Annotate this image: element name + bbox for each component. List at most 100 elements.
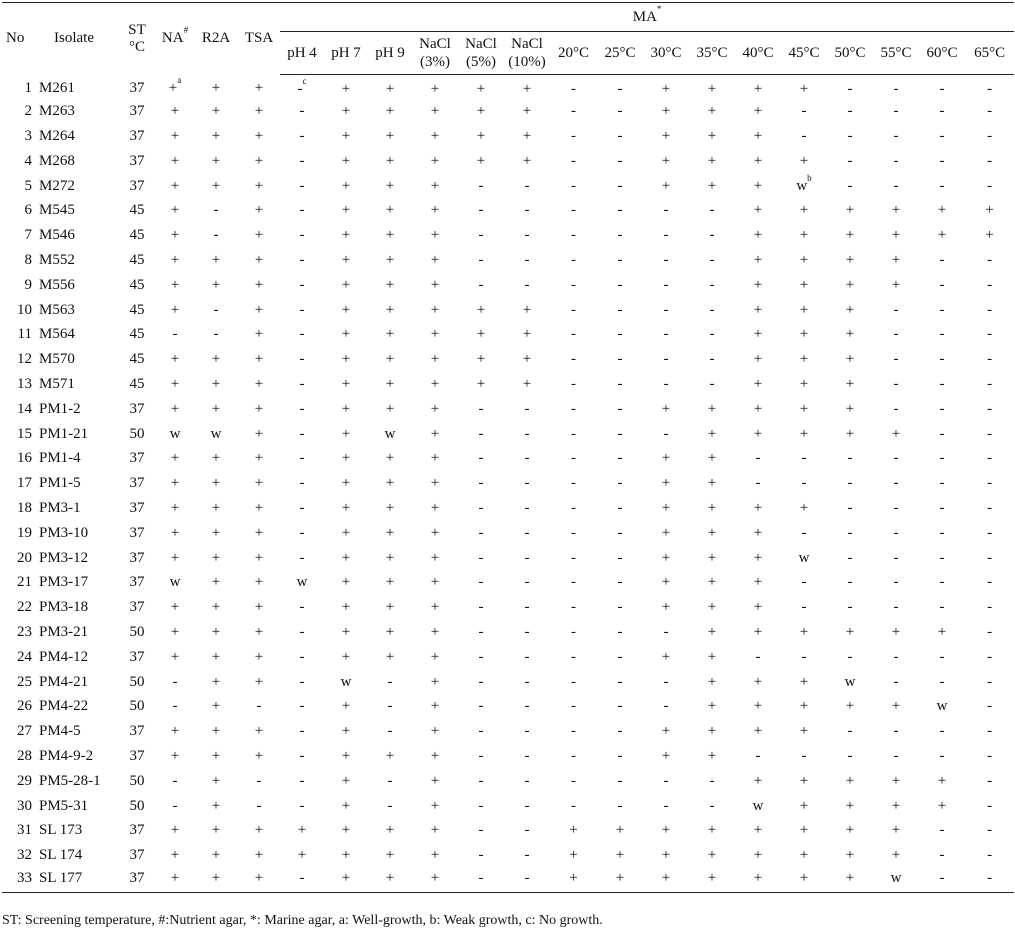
growth-cell: - bbox=[919, 818, 965, 843]
growth-value: + bbox=[170, 301, 180, 318]
growth-value: + bbox=[476, 103, 486, 120]
growth-value: + bbox=[385, 400, 395, 417]
header-ma-label: MA bbox=[632, 8, 657, 25]
growth-value: - bbox=[893, 177, 899, 194]
growth-value: + bbox=[430, 276, 440, 293]
growth-cell: + bbox=[194, 570, 238, 595]
growth-value: + bbox=[661, 870, 671, 887]
growth-value: - bbox=[571, 772, 576, 789]
growth-cell: + bbox=[689, 595, 735, 620]
growth-cell: + bbox=[324, 521, 368, 546]
growth-cell: - bbox=[280, 347, 324, 372]
growth-cell: + bbox=[194, 521, 238, 546]
growth-cell: + bbox=[458, 298, 504, 323]
growth-value: + bbox=[799, 351, 809, 368]
growth-value: + bbox=[707, 822, 717, 839]
header-ma-column-line: 50°C bbox=[834, 45, 866, 61]
growth-value: - bbox=[801, 648, 807, 665]
growth-cell: + bbox=[324, 496, 368, 521]
growth-cell: - bbox=[643, 273, 689, 298]
growth-cell: + bbox=[194, 818, 238, 843]
growth-value: + bbox=[430, 475, 440, 492]
growth-value: + bbox=[522, 80, 532, 97]
growth-cell: + bbox=[324, 471, 368, 496]
growth-cell: + bbox=[412, 273, 458, 298]
growth-cell: - bbox=[280, 99, 324, 124]
growth-value: + bbox=[753, 227, 763, 244]
growth-cell: - bbox=[156, 694, 194, 719]
growth-value: - bbox=[987, 797, 993, 814]
growth-cell: w bbox=[735, 794, 781, 819]
growth-value: + bbox=[211, 524, 221, 541]
growth-value: - bbox=[571, 723, 576, 740]
growth-cell: + bbox=[643, 149, 689, 174]
growth-value: + bbox=[430, 400, 440, 417]
growth-value: - bbox=[387, 797, 393, 814]
header-ma-column-line: NaCl bbox=[419, 36, 451, 52]
growth-cell: + bbox=[781, 868, 827, 894]
growth-value: + bbox=[985, 227, 994, 244]
growth-value: - bbox=[478, 425, 484, 442]
growth-cell: - bbox=[550, 794, 597, 819]
growth-value: - bbox=[987, 152, 993, 169]
growth-cell: + bbox=[735, 769, 781, 794]
growth-value: w bbox=[798, 549, 810, 566]
growth-value: - bbox=[987, 772, 993, 789]
growth-cell: - bbox=[965, 99, 1014, 124]
growth-value: - bbox=[663, 673, 669, 690]
growth-cell: - bbox=[597, 422, 643, 447]
growth-cell: + bbox=[324, 446, 368, 471]
growth-value: - bbox=[478, 574, 484, 591]
screening-temperature: 37 bbox=[129, 574, 145, 591]
growth-cell: - bbox=[280, 744, 324, 769]
growth-value: - bbox=[939, 847, 945, 864]
growth-value: - bbox=[571, 202, 576, 219]
growth-cell: - bbox=[919, 174, 965, 199]
growth-value: - bbox=[524, 870, 530, 887]
growth-cell: + bbox=[368, 372, 412, 397]
growth-value: + bbox=[707, 574, 717, 591]
growth-value: - bbox=[571, 103, 576, 120]
screening-temperature: 37 bbox=[129, 723, 145, 740]
growth-value: - bbox=[478, 648, 484, 665]
growth-cell: - bbox=[504, 719, 550, 744]
growth-value: - bbox=[213, 326, 219, 343]
growth-cell: - bbox=[965, 694, 1014, 719]
growth-cell: + bbox=[368, 570, 412, 595]
growth-value: + bbox=[385, 524, 395, 541]
growth-value: + bbox=[385, 648, 395, 665]
growth-value: - bbox=[571, 400, 576, 417]
growth-value: - bbox=[524, 549, 530, 566]
growth-cell: + bbox=[238, 546, 280, 571]
growth-value: - bbox=[524, 425, 530, 442]
header-ma-column-line: 25°C bbox=[604, 45, 636, 61]
growth-value: - bbox=[987, 524, 993, 541]
growth-cell: + bbox=[689, 570, 735, 595]
growth-cell: + bbox=[735, 174, 781, 199]
growth-cell: - bbox=[550, 769, 597, 794]
growth-cell: - bbox=[550, 347, 597, 372]
growth-value: + bbox=[341, 870, 351, 887]
screening-temperature: 37 bbox=[129, 648, 145, 665]
growth-cell: + bbox=[194, 75, 238, 100]
screening-temperature: 37 bbox=[129, 822, 145, 839]
growth-value: - bbox=[617, 673, 623, 690]
growth-value: + bbox=[385, 599, 395, 616]
growth-value: + bbox=[845, 276, 855, 293]
growth-value: + bbox=[753, 326, 763, 343]
growth-cell: w bbox=[194, 422, 238, 447]
growth-value: + bbox=[341, 747, 351, 764]
growth-value: - bbox=[524, 772, 530, 789]
header-ma-column-line: pH 7 bbox=[331, 45, 361, 61]
growth-value: - bbox=[571, 127, 576, 144]
growth-value: + bbox=[211, 747, 221, 764]
growth-cell: + bbox=[194, 868, 238, 894]
growth-value: - bbox=[299, 450, 305, 467]
growth-value: - bbox=[939, 822, 945, 839]
growth-cell: + bbox=[827, 422, 873, 447]
growth-value: + bbox=[211, 698, 221, 715]
growth-cell: w bbox=[324, 670, 368, 695]
growth-cell: - bbox=[280, 298, 324, 323]
growth-cell: - bbox=[280, 769, 324, 794]
growth-value: - bbox=[987, 847, 993, 864]
